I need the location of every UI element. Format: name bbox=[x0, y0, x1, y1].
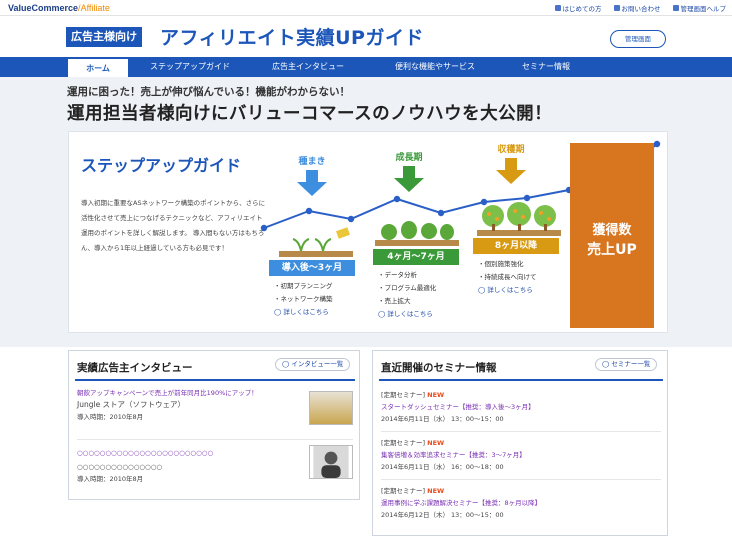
interview-item-title[interactable]: ○○○○○○○○○○○○○○○○○○○○○○○○ bbox=[77, 447, 307, 459]
seminar-title-rule bbox=[379, 379, 663, 381]
growing-plant-icon bbox=[375, 221, 459, 246]
top-link-contact-label: お問い合わせ bbox=[621, 5, 661, 13]
seminar-item-title[interactable]: 集客倍増＆効率追求セミナー【推奨：3〜7ヶ月】 bbox=[381, 449, 661, 461]
seminar-item-label: [定期セミナー] NEW bbox=[381, 487, 445, 495]
seminar-list-button[interactable]: ◯ セミナー一覧 bbox=[595, 358, 658, 371]
stage-1-item: ・初期プランニング bbox=[274, 282, 333, 290]
advertiser-badge: 広告主様向け bbox=[66, 27, 142, 47]
sprout-icon bbox=[279, 227, 353, 257]
interview-divider bbox=[77, 439, 353, 440]
stage-1-period: 導入後〜3ヶ月 bbox=[269, 260, 355, 276]
stage-2-item: ・データ分析 bbox=[378, 271, 417, 279]
growth-point bbox=[653, 140, 661, 148]
stage-3-name: 収穫期 bbox=[497, 145, 525, 155]
seminar-list-button-label: セミナー一覧 bbox=[611, 360, 651, 368]
interview-list-button-label: インタビュー一覧 bbox=[291, 360, 344, 368]
seminar-item-label: [定期セミナー] NEW bbox=[381, 439, 445, 447]
growth-point bbox=[437, 209, 445, 217]
fruit-tree-icon bbox=[477, 202, 561, 236]
down-arrow-icon bbox=[297, 170, 327, 196]
stage-2-items: ・データ分析 ・プログラム最適化 ・売上拡大 ◯ 詳しくはこちら bbox=[378, 269, 468, 321]
top-bar: ValueCommerce/Affiliate はじめての方 お問い合わせ 管理… bbox=[0, 0, 732, 16]
result-line-1: 獲得数 bbox=[592, 223, 632, 238]
down-arrow-icon bbox=[394, 166, 424, 192]
interview-list-button[interactable]: ◯ インタビュー一覧 bbox=[275, 358, 351, 371]
help-icon bbox=[672, 5, 679, 11]
new-badge: NEW bbox=[427, 391, 445, 399]
seminar-item[interactable]: [定期セミナー] NEW 運用事例に学ぶ課題解決セミナー【推奨：8ヶ月以降】 2… bbox=[381, 485, 661, 521]
growth-point bbox=[523, 194, 531, 202]
brand-name: ValueCommerce bbox=[8, 3, 79, 13]
interview-item-date: 導入時期：2010年8月 bbox=[77, 413, 144, 421]
stage-3-item: ・個別施策強化 bbox=[478, 260, 524, 268]
seminar-divider bbox=[381, 431, 661, 432]
stage-1-items: ・初期プランニング ・ネットワーク構築 ◯ 詳しくはこちら bbox=[274, 280, 364, 319]
top-link-beginner-label: はじめての方 bbox=[562, 5, 602, 13]
result-line-2: 売上UP bbox=[587, 242, 637, 258]
tab-home[interactable]: ホーム bbox=[68, 57, 128, 79]
stage-3-item: ・持続成長へ向けて bbox=[478, 273, 537, 281]
seminar-item-title[interactable]: 運用事例に学ぶ課題解決セミナー【推奨：8ヶ月以降】 bbox=[381, 497, 661, 509]
top-links: はじめての方 お問い合わせ 管理画面ヘルプ bbox=[554, 3, 727, 13]
stage-3-more-link[interactable]: ◯ 詳しくはこちら bbox=[478, 284, 568, 297]
stage-2-name: 成長期 bbox=[395, 153, 423, 163]
growth-point bbox=[393, 195, 401, 203]
interview-person-photo[interactable] bbox=[309, 445, 353, 479]
seminar-card: 直近開催のセミナー情報 ◯ セミナー一覧 [定期セミナー] NEW スタートダッ… bbox=[372, 350, 668, 536]
stage-1-more-link[interactable]: ◯ 詳しくはこちら bbox=[274, 306, 364, 319]
stage-1-item: ・ネットワーク構築 bbox=[274, 295, 333, 303]
stage-2-more-link[interactable]: ◯ 詳しくはこちら bbox=[378, 308, 468, 321]
seminar-item-label: [定期セミナー] NEW bbox=[381, 391, 445, 399]
tab-stepup-guide[interactable]: ステップアップガイド bbox=[135, 57, 245, 77]
interview-item-company: ○○○○○○○○○○○○○○○ bbox=[77, 463, 163, 471]
down-arrow-icon bbox=[496, 158, 526, 184]
interview-item[interactable]: 朝飲アップキャンペーンで売上が前年同月比190%にアップ！ Jungle ストア… bbox=[77, 387, 307, 423]
growth-point bbox=[260, 224, 268, 232]
stage-2-item: ・売上拡大 bbox=[378, 297, 411, 305]
tab-features[interactable]: 便利な機能やサービス bbox=[376, 57, 494, 77]
top-link-contact[interactable]: お問い合わせ bbox=[613, 3, 661, 13]
tab-seminar[interactable]: セミナー情報 bbox=[506, 57, 586, 77]
growth-point bbox=[305, 207, 313, 215]
top-link-help-label: 管理画面ヘルプ bbox=[680, 5, 727, 13]
lead-line-1: 運用に困った！売上が伸び悩んでいる！機能がわからない！ bbox=[67, 86, 350, 98]
seminar-item-date: 2014年6月11日（水） 16：00〜18：00 bbox=[381, 463, 504, 471]
interview-item-company: Jungle ストア（ソフトウェア） bbox=[77, 400, 186, 409]
seminar-title: 直近開催のセミナー情報 bbox=[381, 362, 497, 374]
interview-card: 実績広告主インタビュー ◯ インタビュー一覧 朝飲アップキャンペーンで売上が前年… bbox=[68, 350, 360, 500]
seminar-item-title[interactable]: スタートダッシュセミナー【推奨：導入後〜3ヶ月】 bbox=[381, 401, 661, 413]
interview-item-date: 導入時期：2010年8月 bbox=[77, 475, 144, 483]
new-badge: NEW bbox=[427, 439, 445, 447]
growth-point bbox=[347, 215, 355, 223]
interview-item-title[interactable]: 朝飲アップキャンペーンで売上が前年同月比190%にアップ！ bbox=[77, 387, 307, 399]
stage-2-item: ・プログラム最適化 bbox=[378, 284, 437, 292]
top-link-help[interactable]: 管理画面ヘルプ bbox=[672, 3, 727, 13]
stage-3-period: 8ヶ月以降 bbox=[473, 238, 559, 254]
result-box: 獲得数 売上UP bbox=[570, 143, 654, 328]
interview-title: 実績広告主インタビュー bbox=[77, 362, 193, 374]
interview-item[interactable]: ○○○○○○○○○○○○○○○○○○○○○○○○ ○○○○○○○○○○○○○○○… bbox=[77, 447, 307, 485]
seminar-item-date: 2014年6月12日（木） 13：00〜15：00 bbox=[381, 511, 504, 519]
seminar-item[interactable]: [定期セミナー] NEW 集客倍増＆効率追求セミナー【推奨：3〜7ヶ月】 201… bbox=[381, 437, 661, 473]
stage-1-name: 種まき bbox=[298, 157, 326, 167]
interview-thumbnail[interactable] bbox=[309, 391, 353, 425]
stage-2-period: 4ヶ月〜7ヶ月 bbox=[373, 249, 459, 265]
mail-icon bbox=[613, 5, 620, 11]
main-nav: ホーム ステップアップガイド 広告主インタビュー 便利な機能やサービス セミナー… bbox=[0, 57, 732, 79]
stage-3-items: ・個別施策強化 ・持続成長へ向けて ◯ 詳しくはこちら bbox=[478, 258, 568, 297]
tab-interview[interactable]: 広告主インタビュー bbox=[258, 57, 358, 77]
beginner-icon bbox=[554, 5, 561, 11]
interview-title-rule bbox=[75, 379, 355, 381]
brand-logo[interactable]: ValueCommerce/Affiliate bbox=[8, 3, 110, 13]
brand-sub: Affiliate bbox=[80, 3, 110, 13]
admin-button[interactable]: 管理画面 bbox=[610, 30, 666, 48]
lead-line-2: 運用担当者様向けにバリューコマースのノウハウを大公開！ bbox=[67, 104, 553, 124]
top-link-beginner[interactable]: はじめての方 bbox=[554, 3, 602, 13]
site-title[interactable]: アフィリエイト実績UPガイド bbox=[160, 23, 424, 50]
new-badge: NEW bbox=[427, 487, 445, 495]
seminar-item[interactable]: [定期セミナー] NEW スタートダッシュセミナー【推奨：導入後〜3ヶ月】 20… bbox=[381, 389, 661, 425]
seminar-divider bbox=[381, 479, 661, 480]
seminar-item-date: 2014年6月11日（水） 13：00〜15：00 bbox=[381, 415, 504, 423]
stepup-guide-panel[interactable]: ステップアップガイド 導入初期に重要なASネットワーク構築のポイントから、さらに… bbox=[68, 131, 668, 333]
